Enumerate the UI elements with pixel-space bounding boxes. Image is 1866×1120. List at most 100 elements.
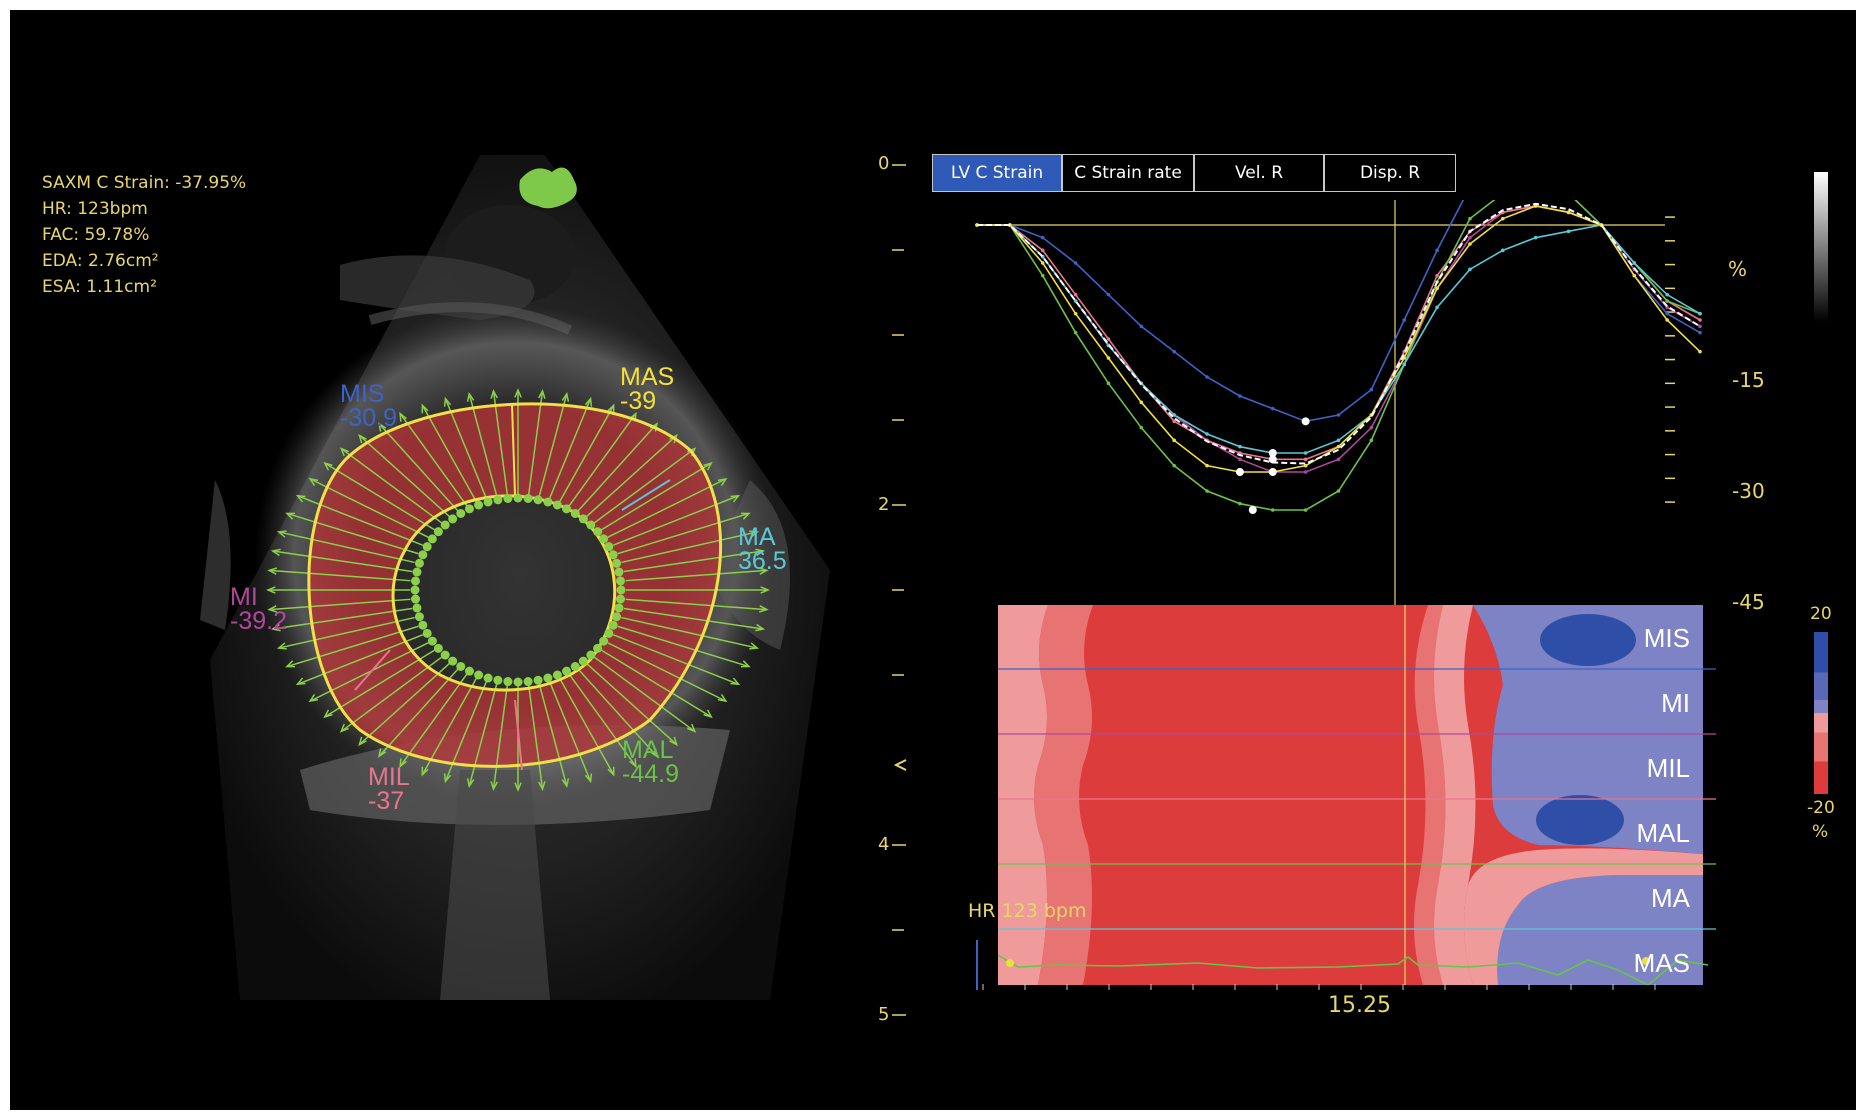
data-point [1369, 387, 1374, 392]
tab-c-strain-rate[interactable]: C Strain rate [1062, 154, 1194, 192]
peak-marker [1235, 468, 1244, 476]
tracking-point [422, 628, 432, 638]
peak-marker [1268, 468, 1277, 476]
tracking-point [410, 594, 420, 604]
depth-label-5: 5 [878, 1004, 890, 1025]
data-point [1205, 375, 1209, 379]
data-point [1698, 318, 1702, 322]
data-point [1270, 508, 1275, 512]
tracking-point [586, 520, 596, 530]
data-point [1402, 318, 1407, 322]
segment-label-mil: MIL -37 [368, 763, 410, 815]
tab-disp-r[interactable]: Disp. R [1324, 154, 1456, 192]
tracking-point [608, 620, 618, 630]
strain-axis-unit: % [1728, 257, 1748, 281]
data-point [1698, 311, 1702, 316]
data-point [1566, 229, 1571, 234]
tracking-point [503, 493, 513, 503]
tracking-point [570, 509, 580, 519]
strain-curve-chart[interactable] [965, 200, 1755, 620]
tracking-point [586, 650, 596, 660]
depth-label-0: 0 [878, 153, 890, 174]
tracking-point [578, 656, 588, 666]
tracking-point [440, 520, 450, 530]
data-point [1238, 394, 1242, 398]
tab-vel-r[interactable]: Vel. R [1194, 154, 1324, 192]
data-point [1270, 406, 1275, 411]
segment-label-ma: MA 36.5 [738, 523, 787, 575]
time-readout: 15.25 [1328, 993, 1391, 1018]
tracking-point [570, 661, 580, 671]
data-point [1106, 381, 1111, 386]
tracking-point [410, 585, 420, 595]
segment-label-mis: MIS -30.9 [340, 380, 397, 432]
tracking-point [552, 500, 562, 510]
tracking-point [414, 558, 424, 568]
strain-tick-45: -45 [1732, 590, 1765, 614]
tracking-point [562, 666, 572, 676]
data-point [1238, 457, 1242, 462]
heatmap-row-mil: MIL [1646, 753, 1690, 783]
tracking-point [412, 603, 422, 613]
data-point [1435, 248, 1439, 253]
data-point [1172, 463, 1176, 468]
strain-tick-30: -30 [1732, 479, 1765, 503]
tab-lv-c-strain[interactable]: LV C Strain [932, 154, 1062, 192]
depth-label-2: 2 [878, 494, 890, 515]
data-point [1533, 235, 1538, 240]
tracking-point [427, 534, 437, 544]
tracking-point [608, 550, 618, 560]
tracking-point [599, 636, 609, 646]
tracking-point [464, 504, 474, 514]
data-point [1632, 273, 1637, 278]
data-point [1665, 299, 1669, 303]
ecg-hr-label: HR 123 bpm [968, 900, 1087, 922]
tracking-point [474, 670, 484, 680]
tracking-point [418, 550, 428, 560]
colorbar-min: -20 [1807, 798, 1835, 818]
data-point [1468, 235, 1472, 240]
tracking-point [604, 628, 614, 638]
tracking-point [513, 677, 523, 687]
tracking-point [448, 656, 458, 666]
tracking-point [612, 558, 622, 568]
tracking-point [433, 643, 443, 653]
data-point [1468, 242, 1472, 246]
tracking-point [614, 603, 624, 613]
colorbar-max: 20 [1810, 604, 1832, 624]
tracking-point [483, 673, 493, 683]
data-point [1336, 413, 1341, 417]
data-point [1205, 432, 1209, 436]
data-point [1501, 216, 1505, 221]
segment-label-mi: MI -39.2 [230, 583, 287, 635]
tracking-point [456, 661, 466, 671]
data-point [1172, 438, 1176, 443]
tracking-point [474, 500, 484, 510]
tracking-point [493, 675, 503, 685]
data-point [1336, 438, 1341, 443]
data-point [1303, 470, 1308, 474]
heatmap-colorbar [1814, 632, 1828, 794]
tracking-point [533, 675, 543, 685]
tracking-point [562, 504, 572, 514]
tracking-point [448, 514, 458, 524]
measurement-eda: EDA: 2.76cm² [42, 251, 159, 271]
data-point [1336, 489, 1341, 493]
tracking-point [440, 650, 450, 660]
series-line-mil [977, 205, 1701, 461]
data-point [1369, 438, 1374, 443]
data-point [1435, 286, 1439, 291]
peak-marker [1248, 506, 1257, 514]
heatmap-row-mi: MI [1661, 688, 1690, 718]
heatmap-row-mal: MAL [1636, 818, 1690, 848]
data-point [1040, 235, 1045, 240]
colorbar-unit: % [1812, 822, 1829, 842]
grayscale-bar [1814, 172, 1828, 322]
data-point [1139, 400, 1144, 405]
data-point [1040, 273, 1045, 278]
strain-heatmap[interactable] [998, 605, 1718, 985]
data-point [1073, 292, 1078, 297]
data-point [1303, 451, 1308, 455]
tracking-point [523, 677, 533, 687]
data-point [1402, 362, 1407, 367]
